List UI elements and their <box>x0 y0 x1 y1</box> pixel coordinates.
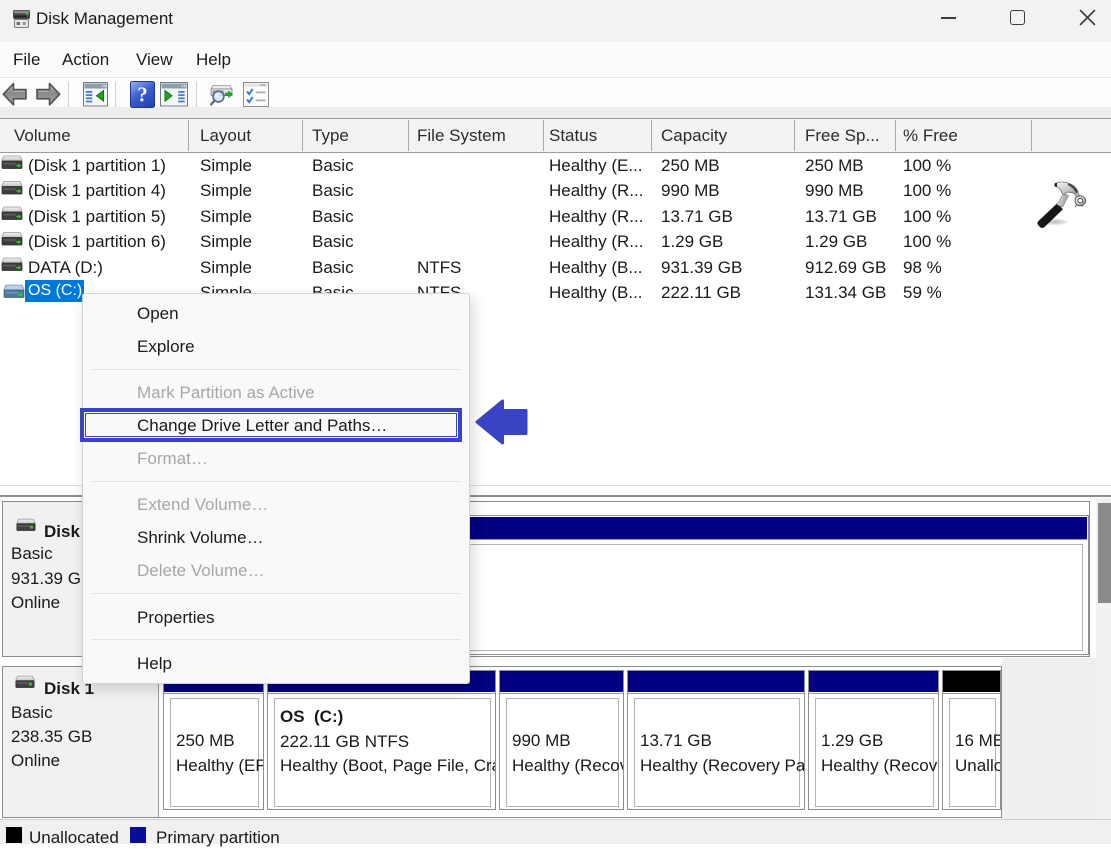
svg-text:?: ? <box>137 83 148 107</box>
